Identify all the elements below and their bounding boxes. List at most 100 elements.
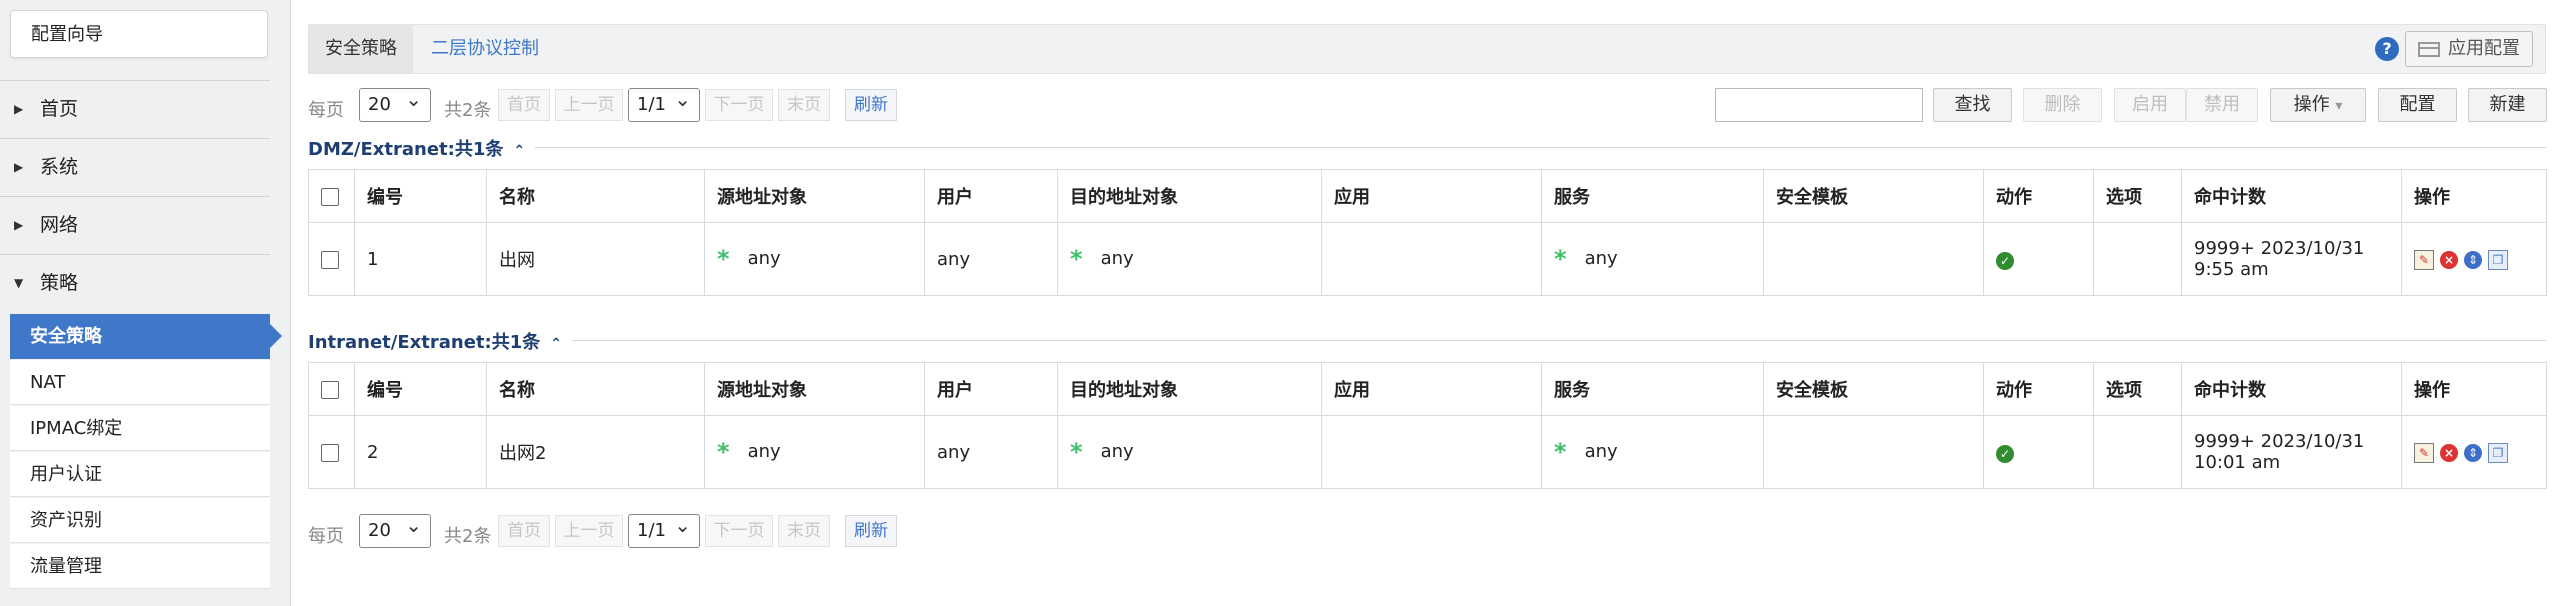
move-icon[interactable]: ⇕ — [2464, 250, 2482, 269]
select-all-cell — [308, 362, 355, 416]
group-title: DMZ/Extranet:共1条 ⌃ — [308, 135, 536, 161]
cell-hits: 9999+ 2023/10/31 10:01 am — [2181, 415, 2402, 489]
asterisk-icon: * — [1554, 245, 1567, 273]
col-action: 动作 — [1983, 362, 2094, 416]
group-header-intranet[interactable]: Intranet/Extranet:共1条 ⌃ — [308, 328, 2546, 354]
cell-id: 2 — [354, 415, 487, 489]
last-page-button[interactable]: 末页 — [778, 515, 830, 547]
cell-template — [1763, 415, 1984, 489]
subnav-ipmac-binding[interactable]: IPMAC绑定 — [10, 406, 270, 451]
prev-page-button[interactable]: 上一页 — [555, 89, 623, 121]
delete-icon[interactable]: × — [2440, 250, 2458, 269]
refresh-button[interactable]: 刷新 — [845, 515, 897, 547]
cell-id: 1 — [354, 222, 487, 296]
caret-right-icon: ▶ — [14, 160, 24, 174]
subnav-user-auth[interactable]: 用户认证 — [10, 452, 270, 497]
apply-config-label: 应用配置 — [2448, 38, 2520, 59]
subnav-security-policy[interactable]: 安全策略 — [10, 314, 282, 359]
asterisk-icon: * — [717, 438, 730, 466]
cell-action: ✓ — [1983, 415, 2094, 489]
refresh-button[interactable]: 刷新 — [845, 89, 897, 121]
new-button[interactable]: 新建 — [2468, 88, 2547, 122]
nav-item-system[interactable]: ▶ 系统 — [0, 138, 270, 195]
next-page-button[interactable]: 下一页 — [705, 515, 773, 547]
subnav-traffic-management[interactable]: 流量管理 — [10, 544, 270, 589]
group-header-dmz[interactable]: DMZ/Extranet:共1条 ⌃ — [308, 135, 2546, 161]
tab-security-policy[interactable]: 安全策略 — [309, 25, 413, 73]
col-name: 名称 — [486, 169, 705, 223]
next-page-button[interactable]: 下一页 — [705, 89, 773, 121]
chevron-up-icon[interactable]: ⌃ — [513, 143, 525, 159]
table-row[interactable]: 1 出网 * any any * any * any ✓ 9999+ 2023/10/… — [308, 222, 2547, 296]
cell-dst: * any — [1057, 415, 1322, 489]
cell-name[interactable]: 出网2 — [486, 415, 705, 489]
cell-src: * any — [704, 222, 925, 296]
col-app: 应用 — [1321, 362, 1542, 416]
enable-button[interactable]: 启用 — [2114, 88, 2186, 122]
row-select-cell — [308, 222, 355, 296]
nav-item-policy[interactable]: ▼ 策略 — [0, 254, 270, 311]
table-row[interactable]: 2 出网2 * any any * any * any ✓ 9999+ 2023/10… — [308, 415, 2547, 489]
divider — [308, 340, 2546, 341]
row-checkbox[interactable] — [321, 250, 339, 269]
move-icon[interactable]: ⇕ — [2464, 443, 2482, 462]
per-page-label: 每页 — [308, 526, 344, 547]
select-all-cell — [308, 169, 355, 223]
page-select[interactable]: 1/1 — [628, 509, 700, 548]
select-all-checkbox[interactable] — [321, 187, 339, 206]
col-hits: 命中计数 — [2181, 169, 2402, 223]
sidebar: 配置向导 ▶ 首页 ▶ 系统 ▶ 网络 ▼ 策略 安全策略 NAT IPMAC绑… — [0, 0, 291, 606]
search-input[interactable] — [1715, 88, 1923, 122]
col-ops: 操作 — [2401, 362, 2547, 416]
col-name: 名称 — [486, 362, 705, 416]
copy-icon[interactable]: ❐ — [2488, 249, 2508, 270]
cell-name[interactable]: 出网 — [486, 222, 705, 296]
cell-option — [2093, 415, 2182, 489]
cell-src: * any — [704, 415, 925, 489]
config-wizard-button[interactable]: 配置向导 — [10, 10, 268, 58]
operation-dropdown[interactable]: 操作 ▾ — [2270, 88, 2366, 122]
last-page-button[interactable]: 末页 — [778, 89, 830, 121]
edit-icon[interactable]: ✎ — [2414, 249, 2434, 270]
edit-icon[interactable]: ✎ — [2414, 442, 2434, 463]
cell-dst: * any — [1057, 222, 1322, 296]
nav-item-home[interactable]: ▶ 首页 — [0, 80, 270, 137]
delete-button[interactable]: 删除 — [2023, 88, 2102, 122]
tab-layer2-protocol-control[interactable]: 二层协议控制 — [415, 25, 555, 73]
cell-ops: ✎ × ⇕ ❐ — [2401, 415, 2547, 489]
subnav-asset-identification[interactable]: 资产识别 — [10, 498, 270, 543]
per-page-select[interactable]: 20 — [359, 83, 431, 122]
total-count: 共2条 — [444, 100, 492, 121]
table-header-row: 编号 名称 源地址对象 用户 目的地址对象 应用 服务 安全模板 动作 选项 命… — [308, 169, 2547, 223]
cell-service: * any — [1541, 222, 1764, 296]
nav-item-network[interactable]: ▶ 网络 — [0, 196, 270, 253]
select-all-checkbox[interactable] — [321, 380, 339, 399]
nav-label: 系统 — [40, 156, 79, 178]
disable-button[interactable]: 禁用 — [2186, 88, 2258, 122]
col-dst: 目的地址对象 — [1057, 169, 1322, 223]
col-template: 安全模板 — [1763, 362, 1984, 416]
first-page-button[interactable]: 首页 — [498, 515, 550, 547]
row-select-cell — [308, 415, 355, 489]
page-select[interactable]: 1/1 — [628, 83, 700, 122]
chevron-down-icon: ▾ — [2335, 98, 2343, 114]
copy-icon[interactable]: ❐ — [2488, 442, 2508, 463]
apply-config-button[interactable]: 应用配置 — [2405, 31, 2533, 67]
asterisk-icon: * — [1554, 438, 1567, 466]
delete-icon[interactable]: × — [2440, 443, 2458, 462]
prev-page-button[interactable]: 上一页 — [555, 515, 623, 547]
chevron-up-icon[interactable]: ⌃ — [550, 336, 562, 352]
help-icon[interactable]: ? — [2375, 37, 2399, 61]
total-count: 共2条 — [444, 526, 492, 547]
per-page-select[interactable]: 20 — [359, 509, 431, 548]
table-header-row: 编号 名称 源地址对象 用户 目的地址对象 应用 服务 安全模板 动作 选项 命… — [308, 362, 2547, 416]
nav-label: 首页 — [40, 98, 79, 120]
col-id: 编号 — [354, 362, 487, 416]
col-action: 动作 — [1983, 169, 2094, 223]
row-checkbox[interactable] — [321, 443, 339, 462]
subnav-nat[interactable]: NAT — [10, 360, 270, 405]
config-button[interactable]: 配置 — [2378, 88, 2457, 122]
asterisk-icon: * — [1070, 245, 1083, 273]
first-page-button[interactable]: 首页 — [498, 89, 550, 121]
find-button[interactable]: 查找 — [1933, 88, 2012, 122]
